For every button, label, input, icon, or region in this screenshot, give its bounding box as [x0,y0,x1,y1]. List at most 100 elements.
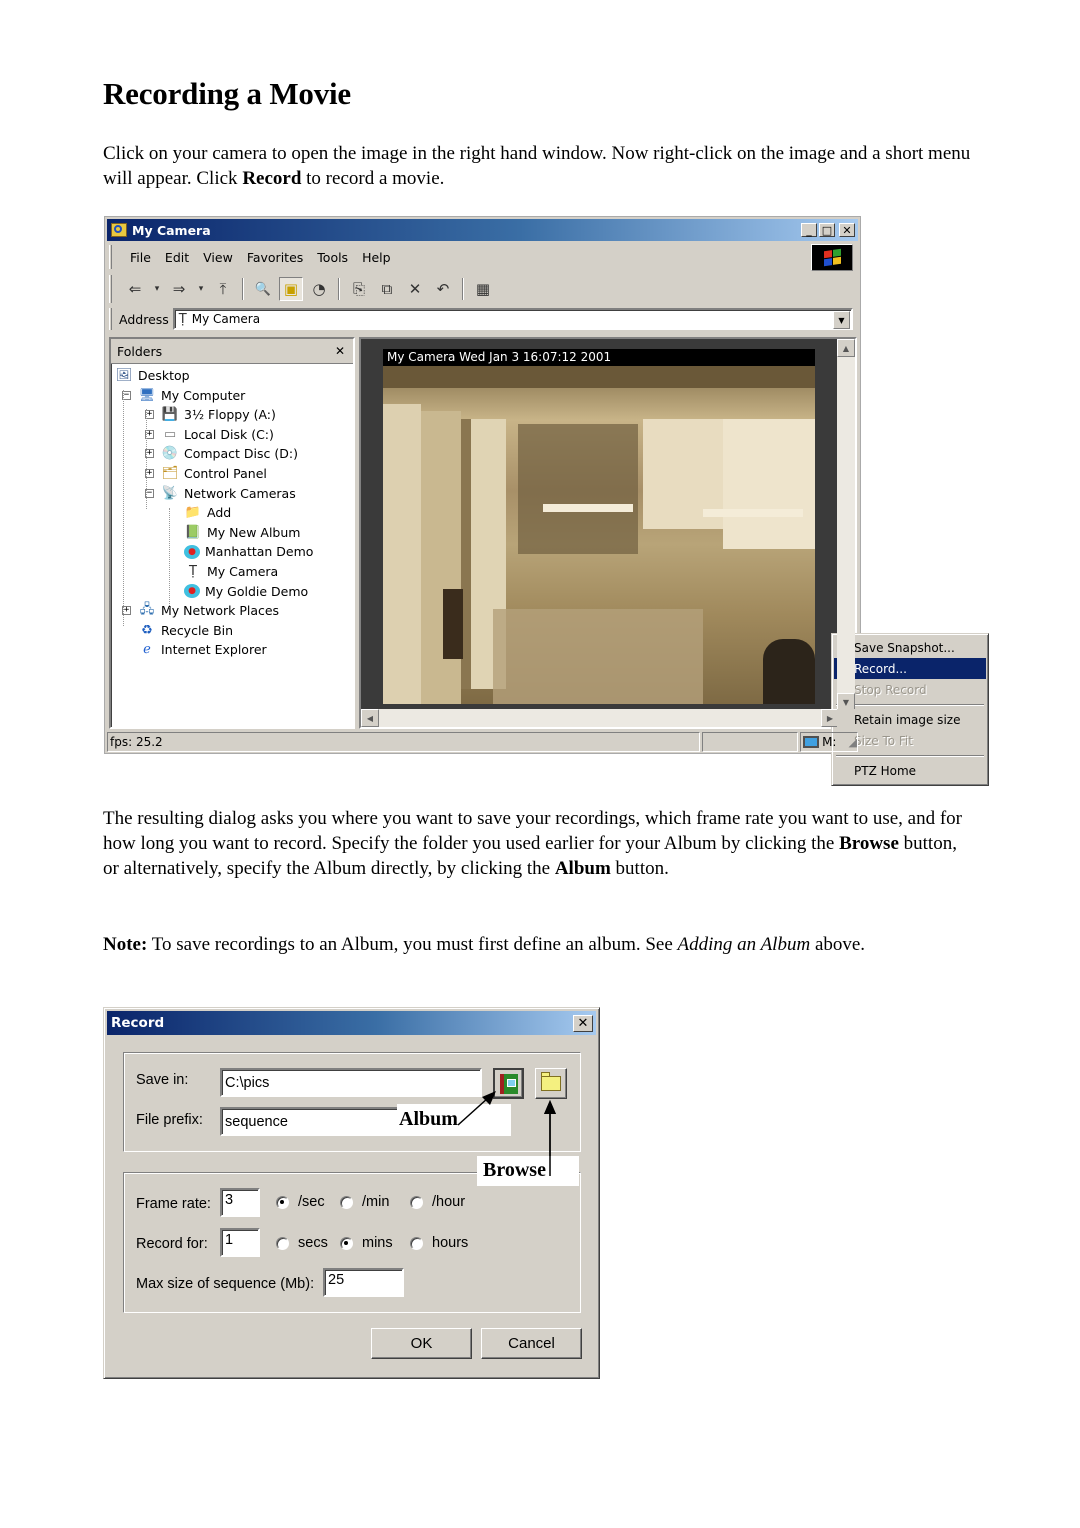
tree-item-my-camera[interactable]: Ṭ My Camera [184,562,278,581]
para2-bold-album: Album [554,858,611,879]
search-icon[interactable]: 🔍 [251,277,275,301]
tree-item-my-network-places[interactable]: 🖧 My Network Places [138,601,279,620]
intro-bold-record: Record [242,168,302,189]
radio-label: /sec [298,1194,325,1210]
tree-item-label: Control Panel [184,466,267,481]
up-folder-icon[interactable]: ⤒ [211,277,235,301]
browse-button[interactable] [535,1068,567,1099]
views-icon[interactable]: ▦ [471,277,495,301]
cancel-button[interactable]: Cancel [481,1328,582,1359]
ok-button[interactable]: OK [371,1328,472,1359]
context-menu-item-retain-image-size[interactable]: ✔Retain image size [834,709,986,730]
intro-text-end: to record a movie. [301,168,445,189]
record-for-option-secs[interactable]: secs [276,1235,328,1251]
menu-tools[interactable]: Tools [310,250,355,265]
delete-icon[interactable]: ✕ [403,277,427,301]
radio-label: hours [432,1235,469,1251]
camera-icon: Ṭ [189,564,197,579]
note-label: Note: [103,934,148,955]
back-icon[interactable]: ⇐ [123,277,147,301]
tree-item-my-computer[interactable]: 🖥 My Computer [138,386,246,405]
status-fps: fps: 25.2 [107,732,701,752]
tree-item-my-goldie-demo[interactable]: ● My Goldie Demo [184,582,308,601]
record-for-option-mins[interactable]: mins [340,1235,393,1251]
menu-favorites[interactable]: Favorites [240,250,310,265]
frame-rate-option-sec[interactable]: /sec [276,1194,325,1210]
record-for-input[interactable]: 1 [220,1228,260,1257]
radio-button[interactable] [340,1236,353,1250]
save-in-label: Save in: [136,1072,189,1088]
radio-button[interactable] [410,1195,423,1209]
move-to-icon[interactable]: ⎘ [347,277,371,301]
radio-button[interactable] [276,1195,289,1209]
tree-item-internet-explorer[interactable]: ℯ Internet Explorer [138,640,267,659]
network-places-icon: 🖧 [139,601,155,617]
menu-file[interactable]: File [123,250,158,265]
horizontal-scrollbar[interactable]: ◀ ▶ [361,709,839,727]
ie-icon: ℯ [143,642,151,658]
status-blank [702,732,799,752]
maximize-button[interactable]: □ [819,223,835,237]
frame-rate-option-hour[interactable]: /hour [410,1194,465,1210]
radio-button[interactable] [276,1236,289,1250]
record-close-button[interactable]: ✕ [573,1014,593,1032]
tree-item-desktop[interactable]: 🖼 Desktop [115,366,190,385]
save-in-input[interactable]: C:\pics [220,1068,482,1097]
forward-dropdown-icon[interactable]: ▾ [195,277,207,301]
scroll-up-button[interactable]: ▲ [837,339,855,357]
record-dialog-title: Record [111,1015,165,1031]
address-bar: Address Ṭ My Camera ▼ [109,306,857,332]
max-size-input[interactable]: 25 [323,1268,404,1297]
minimize-button[interactable]: _ [801,223,817,237]
folders-pane-header: Folders ✕ [111,339,353,364]
radio-button[interactable] [340,1195,353,1209]
intro-text: Click on your camera to open the image i… [103,143,971,189]
record-dialog: Record ✕ Save in: C:\pics File prefix: s… [103,1007,600,1379]
resize-grip-icon[interactable]: ◢ [849,736,857,749]
max-size-label: Max size of sequence (Mb): [136,1276,315,1292]
context-menu-item-ptz-home[interactable]: PTZ Home [834,760,986,781]
menu-view[interactable]: View [196,250,240,265]
windows-logo-icon [811,244,853,271]
frame-rate-input[interactable]: 3 [220,1188,260,1217]
forward-icon[interactable]: ⇒ [167,277,191,301]
context-menu-item-save-snapshot[interactable]: Save Snapshot... [834,637,986,658]
history-icon[interactable]: ◔ [307,277,331,301]
address-dropdown-button[interactable]: ▼ [833,311,850,329]
tree-item-3-floppy-a-[interactable]: 💾 3½ Floppy (A:) [161,405,276,424]
record-for-option-hours[interactable]: hours [410,1235,468,1251]
para2-text-end: button. [610,858,669,879]
vertical-scrollbar[interactable]: ▲ ▼ [837,339,855,711]
page-title: Recording a Movie [103,76,351,111]
radio-label: /hour [432,1194,466,1210]
control-panel-icon: 🗂 [161,466,179,481]
folders-pane-close-button[interactable]: ✕ [335,344,345,358]
menu-edit[interactable]: Edit [158,250,196,265]
folders-icon[interactable]: ▣ [279,277,303,301]
tree-item-compact-disc-d-[interactable]: 💿 Compact Disc (D:) [161,444,298,463]
copy-to-icon[interactable]: ⧉ [375,277,399,301]
tree-item-label: My Computer [161,387,246,403]
radio-button[interactable] [410,1236,423,1250]
file-prefix-input[interactable]: sequence [220,1107,400,1136]
menu-help[interactable]: Help [355,250,398,265]
tree-item-local-disk-c-[interactable]: ▭ Local Disk (C:) [161,425,274,444]
standard-toolbar: ⇐ ▾ ⇒ ▾ ⤒ 🔍 ▣ ◔ ⎘ ⧉ ✕ ↶ ▦ [109,273,857,305]
tree-item-control-panel[interactable]: 🗂 Control Panel [161,464,267,483]
close-button[interactable]: ✕ [839,223,855,237]
scroll-left-button[interactable]: ◀ [361,709,379,727]
tree-item-manhattan-demo[interactable]: ● Manhattan Demo [184,542,313,561]
disk-icon: ▭ [163,426,177,442]
tree-item-network-cameras[interactable]: 📡 Network Cameras [161,484,296,503]
undo-icon[interactable]: ↶ [431,277,455,301]
camera-image[interactable]: My Camera Wed Jan 3 16:07:12 2001 [383,349,815,704]
tree-item-add[interactable]: 📁 Add [184,503,231,522]
address-input[interactable]: Ṭ My Camera ▼ [172,308,853,330]
context-menu-item-record[interactable]: Record... [834,658,986,679]
back-dropdown-icon[interactable]: ▾ [151,277,163,301]
tree-item-recycle-bin[interactable]: ♻ Recycle Bin [138,621,233,640]
frame-rate-option-min[interactable]: /min [340,1194,389,1210]
album-callout-arrow [457,1091,496,1126]
tree-item-my-new-album[interactable]: 📗 My New Album [184,523,301,542]
camera-caption: My Camera Wed Jan 3 16:07:12 2001 [383,349,815,366]
